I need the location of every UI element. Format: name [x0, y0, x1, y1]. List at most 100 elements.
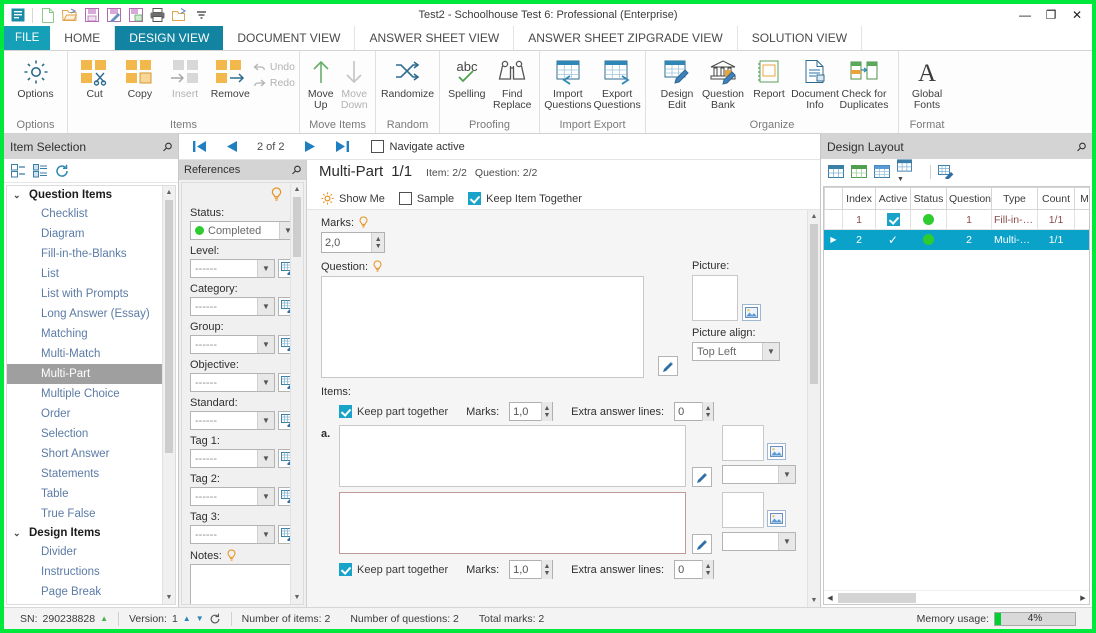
- tab-design-view[interactable]: DESIGN VIEW: [115, 26, 224, 50]
- scroll-thumb[interactable]: [293, 197, 301, 257]
- grid-view-select-icon[interactable]: ▼: [897, 159, 923, 184]
- scroll-thumb[interactable]: [165, 200, 173, 453]
- list-item[interactable]: Long Answer (Essay): [7, 304, 175, 324]
- part-keep-together-checkbox[interactable]: Keep part together: [339, 405, 448, 418]
- part-extra-lines-stepper[interactable]: ▲▼: [674, 402, 715, 421]
- copy-button[interactable]: Copy: [117, 55, 162, 100]
- active-checkbox[interactable]: [886, 213, 900, 226]
- part-extra-lines-input[interactable]: [675, 562, 703, 577]
- item-selection-list[interactable]: ⌄ Question Items Checklist Diagram Fill-…: [6, 185, 176, 605]
- stepper-arrows-icon[interactable]: ▲ ▼: [540, 402, 553, 421]
- group-question-items[interactable]: ⌄ Question Items: [7, 186, 175, 204]
- chevron-down-icon[interactable]: ▼: [897, 176, 904, 183]
- tab-file[interactable]: FILE: [4, 26, 51, 50]
- list-item[interactable]: Diagram: [7, 224, 175, 244]
- save-as-icon[interactable]: [103, 6, 124, 25]
- part-browse-picture-button[interactable]: [767, 443, 786, 460]
- new-icon[interactable]: [37, 6, 58, 25]
- hint-bulb-icon[interactable]: [358, 216, 369, 229]
- scroll-down-icon[interactable]: ▼: [808, 594, 820, 607]
- part-marks-input[interactable]: [510, 562, 541, 577]
- part-keep-together-box[interactable]: [339, 405, 352, 418]
- edit-grid-icon[interactable]: [938, 164, 954, 179]
- column-header-question[interactable]: Question: [946, 187, 992, 210]
- group-combo[interactable]: ------ ▼: [190, 335, 275, 354]
- move-down-button[interactable]: Move Down: [338, 55, 372, 111]
- keep-item-together-checkbox[interactable]: Keep Item Together: [468, 192, 582, 205]
- list-item[interactable]: Statements: [7, 464, 175, 484]
- redo-button[interactable]: Redo: [253, 77, 295, 89]
- print-icon[interactable]: [147, 6, 168, 25]
- row-active[interactable]: [875, 209, 911, 230]
- hint-bulb-icon[interactable]: [270, 187, 283, 202]
- part-edit-button[interactable]: [692, 467, 712, 487]
- list-item[interactable]: Order: [7, 404, 175, 424]
- part-textarea[interactable]: [339, 425, 686, 487]
- item-list-scrollbar[interactable]: ▲ ▼: [162, 186, 175, 604]
- tab-answer-sheet-view[interactable]: ANSWER SHEET VIEW: [355, 26, 515, 50]
- list-item[interactable]: Instructions: [7, 562, 175, 582]
- level-combo[interactable]: ------ ▼: [190, 259, 275, 278]
- chevron-down-icon[interactable]: ▼: [257, 450, 274, 467]
- column-header-marker[interactable]: [824, 187, 843, 210]
- list-item[interactable]: Picture: [7, 602, 175, 604]
- scroll-right-icon[interactable]: ▶: [1077, 594, 1089, 602]
- find-replace-button[interactable]: Find Replace: [490, 55, 536, 111]
- category-combo[interactable]: ------ ▼: [190, 297, 275, 316]
- part-edit-button[interactable]: [692, 534, 712, 554]
- customize-qat-icon[interactable]: [191, 6, 212, 25]
- chevron-down-icon[interactable]: ▼: [257, 336, 274, 353]
- grid-view-2-icon[interactable]: [851, 165, 867, 178]
- design-layout-grid[interactable]: Index Active Status Question Type Count …: [823, 186, 1090, 605]
- scroll-down-icon[interactable]: ▼: [163, 591, 175, 604]
- column-header-status[interactable]: Status: [910, 187, 947, 210]
- chevron-down-icon[interactable]: ▼: [257, 412, 274, 429]
- open-recent-icon[interactable]: [169, 6, 190, 25]
- show-me-button[interactable]: Show Me: [321, 192, 385, 205]
- tag2-combo[interactable]: ------ ▼: [190, 487, 275, 506]
- question-bank-button[interactable]: Question Bank: [700, 55, 746, 111]
- scroll-thumb[interactable]: [838, 592, 916, 603]
- tag1-combo[interactable]: ------ ▼: [190, 449, 275, 468]
- scroll-down-icon[interactable]: ▼: [291, 591, 303, 604]
- chevron-down-icon[interactable]: ▼: [257, 374, 274, 391]
- navigate-active-box[interactable]: [370, 140, 384, 153]
- options-button[interactable]: Options: [13, 55, 59, 100]
- part-browse-picture-button[interactable]: [767, 510, 786, 527]
- marks-input[interactable]: [322, 235, 372, 250]
- scroll-up-icon[interactable]: ▲: [808, 210, 820, 223]
- stepper-arrows-icon[interactable]: ▲ ▼: [702, 560, 714, 579]
- randomize-button[interactable]: Randomize: [381, 55, 434, 100]
- list-item[interactable]: List with Prompts: [7, 284, 175, 304]
- tab-document-view[interactable]: DOCUMENT VIEW: [223, 26, 356, 50]
- stepper-arrows-icon[interactable]: ▲ ▼: [702, 402, 714, 421]
- part-keep-together-box[interactable]: [339, 563, 352, 576]
- list-item[interactable]: Fill-in-the-Blanks: [7, 244, 175, 264]
- stepper-arrows-icon[interactable]: ▲ ▼: [540, 560, 553, 579]
- part-extra-lines-stepper[interactable]: ▲▼: [674, 560, 715, 579]
- first-item-button[interactable]: [187, 136, 212, 157]
- list-item[interactable]: List: [7, 264, 175, 284]
- list-item[interactable]: Table: [7, 484, 175, 504]
- question-textarea[interactable]: [321, 276, 644, 378]
- minimize-button[interactable]: —: [1012, 5, 1038, 25]
- pin-icon[interactable]: ⚲: [160, 138, 176, 154]
- grid-view-1-icon[interactable]: [828, 165, 844, 178]
- cut-button[interactable]: Cut: [72, 55, 117, 100]
- chevron-down-icon[interactable]: ▼: [257, 488, 274, 505]
- list-view-icon[interactable]: [10, 163, 26, 179]
- picture-preview[interactable]: [692, 275, 738, 321]
- list-item[interactable]: Multi-Match: [7, 344, 175, 364]
- objective-combo[interactable]: ------ ▼: [190, 373, 275, 392]
- pin-icon[interactable]: ⚲: [1074, 138, 1090, 154]
- detail-view-icon[interactable]: [32, 163, 48, 179]
- column-header-index[interactable]: Index: [842, 187, 876, 210]
- question-form-scrollbar[interactable]: ▲ ▼: [807, 210, 820, 607]
- sn-up-icon[interactable]: ▲: [100, 614, 108, 623]
- maximize-button[interactable]: ❐: [1038, 5, 1064, 25]
- column-header-active[interactable]: Active: [875, 187, 911, 210]
- picture-align-combo[interactable]: Top Left ▼: [692, 342, 780, 361]
- chevron-down-icon[interactable]: ▼: [257, 260, 274, 277]
- design-edit-button[interactable]: Design Edit: [654, 55, 700, 111]
- group-design-items[interactable]: ⌄ Design Items: [7, 524, 175, 542]
